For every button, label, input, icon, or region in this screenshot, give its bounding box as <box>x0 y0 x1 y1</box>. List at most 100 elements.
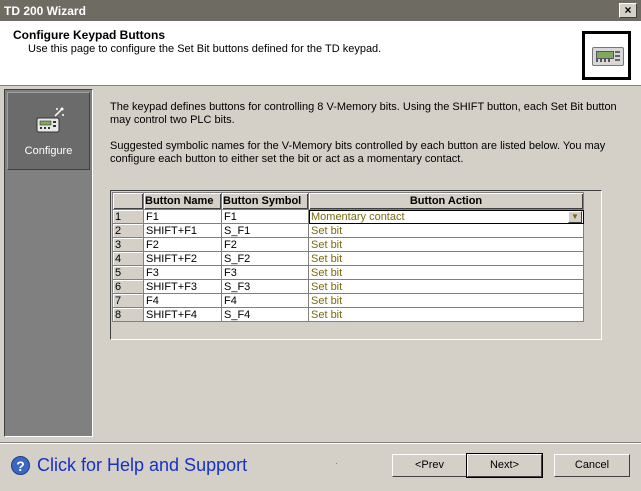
column-header-name[interactable]: Button Name <box>143 192 222 210</box>
button-symbol-cell-text: F3 <box>224 266 237 279</box>
row-number-text: 1 <box>115 210 122 223</box>
td-device-icon <box>36 107 64 133</box>
column-header-symbol[interactable]: Button Symbol <box>221 192 309 210</box>
button-symbol-cell[interactable]: F4 <box>221 293 309 308</box>
table-row[interactable]: 3 F2 F2 Set bit <box>112 237 584 252</box>
row-number: 7 <box>112 293 144 308</box>
row-number: 4 <box>112 251 144 266</box>
button-symbol-cell-text: S_F1 <box>224 224 251 237</box>
nav-item-configure[interactable]: Configure <box>7 92 90 170</box>
button-symbol-cell[interactable]: F1 <box>221 209 309 224</box>
button-symbol-cell-text: S_F2 <box>224 252 251 265</box>
page-subtitle: Use this page to configure the Set Bit b… <box>28 43 382 55</box>
row-number-text: 4 <box>115 252 122 265</box>
cancel-button[interactable]: Cancel <box>554 454 630 477</box>
next-button[interactable]: Next> <box>466 453 543 478</box>
title-bar: TD 200 Wizard × <box>0 0 641 22</box>
button-action-cell[interactable]: Set bit <box>308 223 584 238</box>
button-name-cell[interactable]: SHIFT+F2 <box>143 251 222 266</box>
button-name-cell-text: F1 <box>146 210 159 223</box>
button-symbol-cell[interactable]: S_F1 <box>221 223 309 238</box>
button-action-cell[interactable]: Set bit <box>308 279 584 294</box>
close-button[interactable]: × <box>619 3 637 18</box>
divider-dot <box>336 463 337 464</box>
button-action-cell[interactable]: Set bit <box>308 265 584 280</box>
button-action-cell-text: Set bit <box>311 308 343 321</box>
row-number-text: 2 <box>115 224 122 237</box>
button-action-cell-text: Set bit <box>311 238 343 251</box>
row-number: 2 <box>112 223 144 238</box>
column-header-action[interactable]: Button Action <box>308 192 584 210</box>
close-icon: × <box>624 3 632 17</box>
chevron-down-icon[interactable]: ▼ <box>568 211 582 223</box>
row-number-text: 7 <box>115 294 122 307</box>
row-number: 1 <box>112 209 144 224</box>
nav-item-label: Configure <box>24 145 73 157</box>
button-action-cell[interactable]: Set bit <box>308 293 584 308</box>
window-title: TD 200 Wizard <box>4 4 86 18</box>
button-name-cell[interactable]: SHIFT+F3 <box>143 279 222 294</box>
button-symbol-cell-text: S_F4 <box>224 308 251 321</box>
row-number: 6 <box>112 279 144 294</box>
button-name-cell-text: SHIFT+F3 <box>146 280 198 293</box>
td-device-icon <box>582 31 631 80</box>
row-number-text: 5 <box>115 266 122 279</box>
button-action-cell[interactable]: Set bit <box>308 237 584 252</box>
table-row[interactable]: 2 SHIFT+F1 S_F1 Set bit <box>112 223 584 238</box>
table-row[interactable]: 4 SHIFT+F2 S_F2 Set bit <box>112 251 584 266</box>
button-symbol-cell[interactable]: S_F2 <box>221 251 309 266</box>
button-name-cell[interactable]: SHIFT+F1 <box>143 223 222 238</box>
button-name-cell[interactable]: F2 <box>143 237 222 252</box>
intro-paragraph: The keypad defines buttons for controlli… <box>110 101 617 126</box>
help-icon[interactable]: ? <box>11 456 30 475</box>
row-number-text: 8 <box>115 308 122 321</box>
button-grid: Button Name Button Symbol Button Action … <box>110 190 602 340</box>
row-number: 5 <box>112 265 144 280</box>
button-action-cell-text: Set bit <box>311 266 343 279</box>
button-name-cell[interactable]: F3 <box>143 265 222 280</box>
button-action-cell-text: Set bit <box>311 280 343 293</box>
table-row[interactable]: 6 SHIFT+F3 S_F3 Set bit <box>112 279 584 294</box>
button-symbol-cell[interactable]: S_F4 <box>221 307 309 322</box>
table-row[interactable]: 1 F1 F1 Momentary contact ▼ <box>112 209 584 224</box>
button-name-cell[interactable]: SHIFT+F4 <box>143 307 222 322</box>
button-action-cell-text: Momentary contact <box>311 210 405 223</box>
button-name-cell[interactable]: F4 <box>143 293 222 308</box>
button-symbol-cell-text: F4 <box>224 294 237 307</box>
button-name-cell-text: SHIFT+F2 <box>146 252 198 265</box>
button-name-cell-text: F2 <box>146 238 159 251</box>
button-action-cell[interactable]: Set bit <box>308 251 584 266</box>
button-action-cell[interactable]: Momentary contact ▼ <box>308 209 584 224</box>
left-nav: Configure <box>4 89 93 437</box>
button-action-cell-text: Set bit <box>311 252 343 265</box>
button-symbol-cell-text: F2 <box>224 238 237 251</box>
page-title: Configure Keypad Buttons <box>13 28 165 42</box>
row-number-text: 3 <box>115 238 122 251</box>
button-action-cell[interactable]: Set bit <box>308 307 584 322</box>
row-number: 8 <box>112 307 144 322</box>
row-number: 3 <box>112 237 144 252</box>
button-symbol-cell-text: S_F3 <box>224 280 251 293</box>
button-action-cell-text: Set bit <box>311 294 343 307</box>
table-row[interactable]: 7 F4 F4 Set bit <box>112 293 584 308</box>
table-row[interactable]: 5 F3 F3 Set bit <box>112 265 584 280</box>
button-name-cell[interactable]: F1 <box>143 209 222 224</box>
button-symbol-cell[interactable]: F3 <box>221 265 309 280</box>
button-name-cell-text: F3 <box>146 266 159 279</box>
button-symbol-cell-text: F1 <box>224 210 237 223</box>
button-name-cell-text: F4 <box>146 294 159 307</box>
button-name-cell-text: SHIFT+F4 <box>146 308 198 321</box>
button-symbol-cell[interactable]: F2 <box>221 237 309 252</box>
footer-separator <box>0 442 641 444</box>
table-row[interactable]: 8 SHIFT+F4 S_F4 Set bit <box>112 307 584 322</box>
row-number-text: 6 <box>115 280 122 293</box>
corner-header <box>112 192 144 210</box>
button-table: Button Name Button Symbol Button Action … <box>112 192 584 322</box>
page-header: Configure Keypad Buttons Use this page t… <box>0 22 641 86</box>
button-action-cell-text: Set bit <box>311 224 343 237</box>
prev-button[interactable]: <Prev <box>392 454 467 477</box>
button-name-cell-text: SHIFT+F1 <box>146 224 198 237</box>
button-symbol-cell[interactable]: S_F3 <box>221 279 309 294</box>
description-paragraph: Suggested symbolic names for the V-Memor… <box>110 140 606 165</box>
help-link[interactable]: Click for Help and Support <box>37 455 247 476</box>
